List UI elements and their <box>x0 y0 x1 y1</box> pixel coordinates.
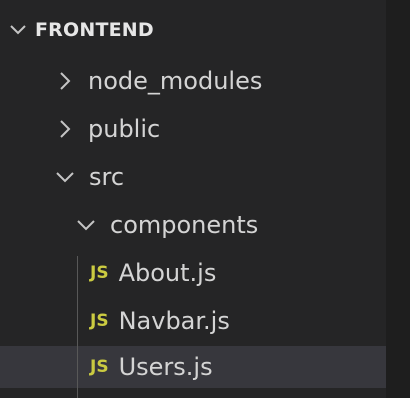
chevron-right-icon <box>59 71 71 91</box>
tree-item-label: components <box>110 211 259 239</box>
indent-guide <box>77 256 78 398</box>
chevron-down-icon <box>9 24 27 36</box>
tree-item-label: node_modules <box>88 67 263 95</box>
tree-item-label: Navbar.js <box>118 307 230 335</box>
section-header-frontend[interactable]: FRONTEND <box>0 10 386 50</box>
tree-item-users-js[interactable]: JS Users.js <box>0 346 386 388</box>
tree-item-label: public <box>88 115 161 143</box>
javascript-file-icon: JS <box>90 357 109 377</box>
tree-item-public[interactable]: public <box>0 106 386 152</box>
tree-item-navbar-js[interactable]: JS Navbar.js <box>0 298 386 344</box>
tree-item-label: Users.js <box>118 353 213 381</box>
tree-item-label: src <box>89 163 125 191</box>
chevron-right-icon <box>59 119 71 139</box>
tree-item-src[interactable]: src <box>0 154 386 200</box>
tree-item-node-modules[interactable]: node_modules <box>0 58 386 104</box>
section-title: FRONTEND <box>35 19 154 41</box>
chevron-down-icon <box>55 171 75 183</box>
tree-item-components[interactable]: components <box>0 202 386 248</box>
explorer-panel: FRONTEND node_modules public src compone… <box>0 0 386 398</box>
javascript-file-icon: JS <box>90 263 109 283</box>
tree-item-label: About.js <box>118 259 217 287</box>
javascript-file-icon: JS <box>90 311 109 331</box>
chevron-down-icon <box>76 219 96 231</box>
tree-item-about-js[interactable]: JS About.js <box>0 250 386 296</box>
editor-area-edge <box>386 0 410 398</box>
